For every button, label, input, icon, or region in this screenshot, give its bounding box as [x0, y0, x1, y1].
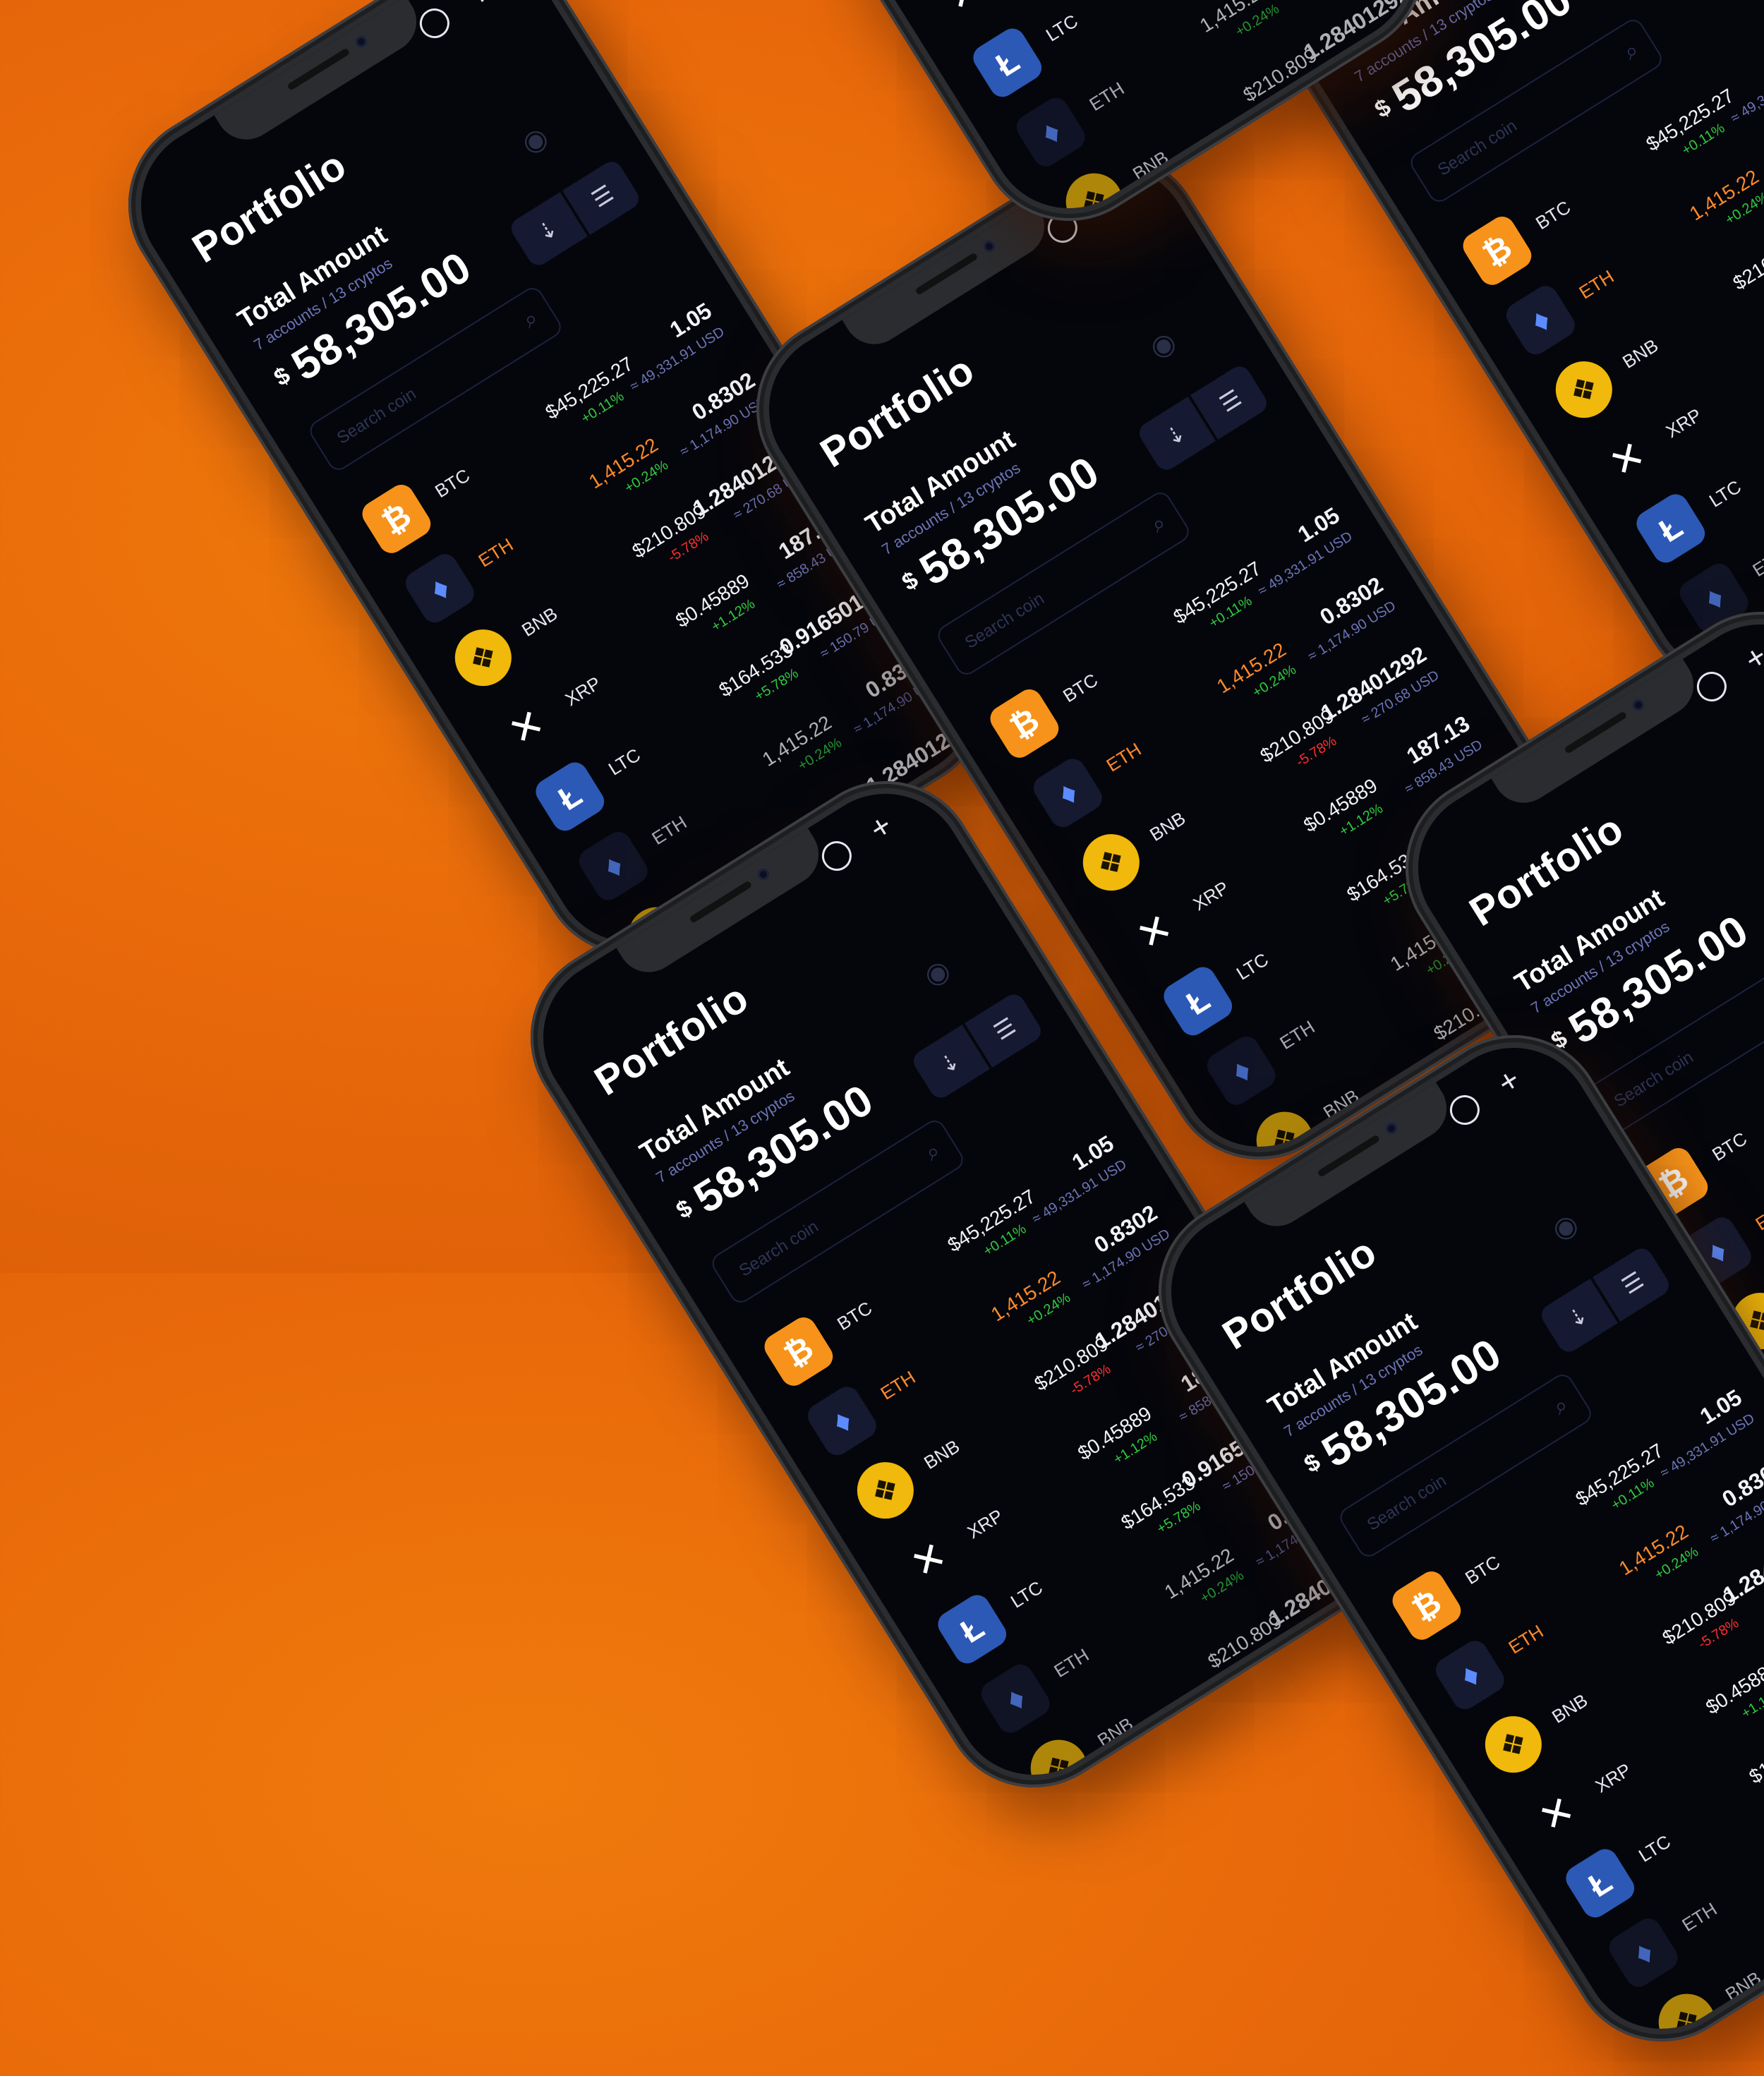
- top-actions: +: [1690, 637, 1764, 709]
- eye-icon[interactable]: ◉: [1546, 1207, 1584, 1248]
- coin-symbol: BNB: [920, 1435, 964, 1473]
- coin-symbol: BTC: [1532, 196, 1575, 234]
- search-placeholder: Search coin: [961, 589, 1048, 653]
- coin-usd-value: ≈ 49,331.91 USD: [1727, 56, 1764, 127]
- coin-symbol: BTC: [1461, 1551, 1504, 1589]
- globe-icon[interactable]: [815, 833, 859, 879]
- coin-symbol: XRP: [1189, 876, 1233, 915]
- coin-symbol: ETH: [1276, 1016, 1319, 1054]
- coin-symbol: ETH: [876, 1366, 919, 1404]
- coin-symbol: ETH: [1085, 78, 1128, 116]
- search-icon: ⌕: [1619, 36, 1643, 65]
- coin-symbol: BTC: [1708, 1128, 1751, 1166]
- coin-symbol: ETH: [1575, 265, 1618, 303]
- coin-symbol: ETH: [1504, 1620, 1547, 1658]
- search-icon: ⌕: [1146, 509, 1171, 538]
- coin-symbol: LTC: [1006, 1576, 1046, 1612]
- currency-symbol: $: [1299, 1447, 1326, 1478]
- coin-symbol: LTC: [604, 744, 644, 780]
- list-tools: ⇣ ☰: [910, 990, 1045, 1102]
- coin-symbol: BNB: [1093, 1713, 1137, 1751]
- currency-symbol: $: [269, 361, 296, 392]
- sort-icon[interactable]: ⇣: [1608, 0, 1689, 1]
- eye-icon[interactable]: ◉: [918, 953, 956, 994]
- coin-symbol: ETH: [1102, 738, 1145, 776]
- coin-symbol: ETH: [1050, 1644, 1093, 1682]
- plus-icon[interactable]: +: [1738, 637, 1764, 678]
- eye-icon[interactable]: ◉: [516, 120, 554, 161]
- top-actions: +: [815, 807, 898, 879]
- top-actions: +: [413, 0, 496, 45]
- globe-icon[interactable]: [1690, 664, 1734, 709]
- coin-symbol: BNB: [518, 603, 562, 641]
- list-tools: ⇣ ☰: [1135, 362, 1271, 474]
- phone-notch: [842, 200, 1056, 356]
- eye-icon[interactable]: ◉: [1144, 325, 1182, 366]
- plus-icon[interactable]: +: [863, 807, 898, 847]
- coin-symbol: BNB: [1619, 334, 1662, 373]
- coin-symbol: ETH: [648, 811, 691, 850]
- top-actions: +: [1443, 1061, 1526, 1133]
- coin-symbol: BNB: [1146, 807, 1190, 845]
- phone-notch: [214, 0, 428, 152]
- search-placeholder: Search coin: [1610, 1047, 1697, 1111]
- coin-symbol: LTC: [1232, 948, 1272, 984]
- coin-symbol: LTC: [1041, 10, 1082, 46]
- bnb-icon: ❖: [1648, 1983, 1726, 2059]
- currency-symbol: $: [671, 1193, 698, 1224]
- search-placeholder: Search coin: [333, 384, 420, 448]
- currency-symbol: $: [897, 565, 924, 596]
- coin-symbol: XRP: [963, 1504, 1007, 1543]
- coin-symbol: BTC: [1059, 669, 1102, 707]
- coin-symbol: ETH: [1751, 1197, 1764, 1235]
- plus-icon[interactable]: +: [1491, 1061, 1526, 1102]
- search-placeholder: Search coin: [1363, 1471, 1450, 1535]
- coin-symbol: LTC: [1705, 476, 1745, 512]
- coin-symbol: BNB: [1548, 1689, 1592, 1727]
- bnb-icon: ❖: [1020, 1729, 1098, 1805]
- coin-symbol: XRP: [1591, 1758, 1635, 1797]
- coin-symbol: ETH: [1748, 543, 1764, 581]
- globe-icon[interactable]: [1443, 1087, 1487, 1133]
- globe-icon[interactable]: [413, 1, 457, 46]
- list-tools: ⇣ ☰: [507, 157, 643, 270]
- coin-symbol: BNB: [1721, 1967, 1764, 2005]
- search-icon: ⌕: [1548, 1391, 1573, 1420]
- search-placeholder: Search coin: [1434, 116, 1521, 180]
- coin-symbol: BTC: [431, 464, 474, 502]
- search-icon: ⌕: [920, 1137, 945, 1166]
- list-tools: ⇣ ☰: [1608, 0, 1744, 1]
- currency-symbol: $: [1370, 92, 1396, 123]
- coin-symbol: BTC: [833, 1297, 876, 1335]
- search-placeholder: Search coin: [735, 1217, 822, 1281]
- coin-symbol: XRP: [1662, 404, 1705, 442]
- coin-symbol: ETH: [474, 533, 517, 572]
- coin-symbol: LTC: [1634, 1830, 1674, 1866]
- search-icon: ⌕: [518, 304, 543, 333]
- coin-symbol: XRP: [561, 672, 605, 711]
- plus-icon[interactable]: +: [461, 0, 496, 15]
- list-tools: ⇣ ☰: [1538, 1244, 1673, 1356]
- coin-symbol: ETH: [1678, 1898, 1721, 1936]
